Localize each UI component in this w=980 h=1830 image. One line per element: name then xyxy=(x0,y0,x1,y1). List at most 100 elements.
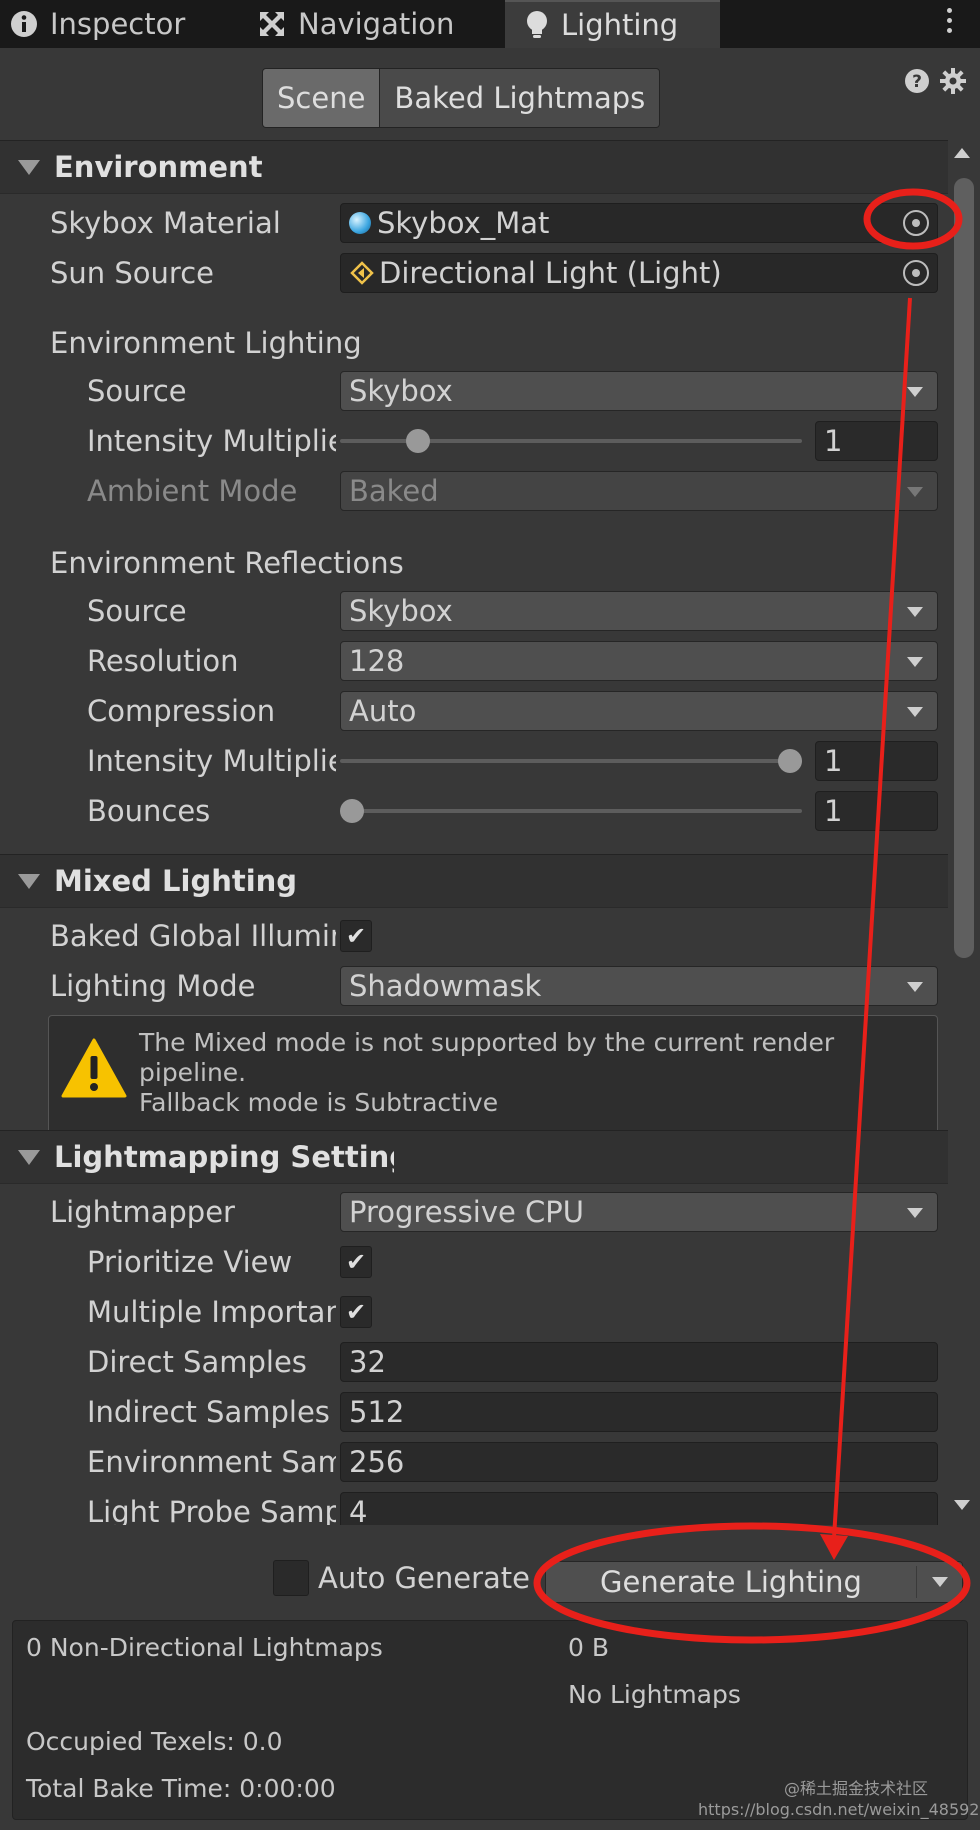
object-picker-icon[interactable] xyxy=(903,210,929,236)
sun-source-label: Sun Source xyxy=(50,256,214,290)
lighting-mode-value: Shadowmask xyxy=(349,969,542,1003)
direct-samples-label: Direct Samples xyxy=(87,1345,307,1379)
sun-source-row: Sun Source Directional Light (Light) xyxy=(0,250,948,296)
watermark-line-1: @稀土掘金技术社区 xyxy=(784,1779,929,1798)
reflection-bounces-slider-handle[interactable] xyxy=(340,799,364,823)
reflection-resolution-dropdown[interactable]: 128 xyxy=(340,641,938,681)
reflection-compression-value: Auto xyxy=(349,694,417,728)
more-options-icon[interactable] xyxy=(947,8,952,33)
indirect-samples-input[interactable]: 512 xyxy=(340,1392,938,1432)
mixed-lighting-section-title: Mixed Lighting xyxy=(54,864,298,898)
reflection-bounces-slider-track[interactable] xyxy=(340,809,802,813)
material-sphere-icon xyxy=(349,212,371,234)
ambient-mode-label: Ambient Mode xyxy=(87,474,298,508)
dropdown-arrow-icon xyxy=(907,387,923,397)
tab-lighting[interactable]: Lighting xyxy=(505,0,720,48)
reflection-intensity-slider-track[interactable] xyxy=(340,759,802,763)
header-icons: ? xyxy=(904,68,966,98)
mixed-lighting-section-header[interactable]: Mixed Lighting xyxy=(0,854,948,908)
sun-source-value: Directional Light (Light) xyxy=(379,256,722,290)
scroll-down-arrow-icon[interactable] xyxy=(954,1500,970,1510)
ambient-mode-dropdown: Baked xyxy=(340,471,938,511)
baked-gi-row: Baked Global Illumination ✔ xyxy=(0,913,948,959)
light-probe-samples-label: Light Probe Sample Multiplier xyxy=(87,1495,336,1525)
tab-inspector-label: Inspector xyxy=(50,7,186,41)
scroll-up-arrow-icon[interactable] xyxy=(954,148,970,158)
button-divider xyxy=(916,1566,917,1598)
lighting-settings-scroll-view[interactable]: Environment Skybox Material Skybox_Mat S… xyxy=(0,140,948,1525)
lightmapper-row: Lightmapper Progressive CPU xyxy=(0,1189,948,1235)
reflection-intensity-slider-handle[interactable] xyxy=(778,749,802,773)
dropdown-arrow-icon xyxy=(907,657,923,667)
lighting-mode-dropdown[interactable]: Shadowmask xyxy=(340,966,938,1006)
tab-inspector[interactable]: Inspector xyxy=(10,0,240,48)
env-lighting-intensity-input[interactable]: 1 xyxy=(815,421,938,461)
reflection-resolution-label: Resolution xyxy=(87,644,239,678)
reflection-source-dropdown[interactable]: Skybox xyxy=(340,591,938,631)
env-lighting-source-dropdown[interactable]: Skybox xyxy=(340,371,938,411)
baked-gi-checkbox[interactable]: ✔ xyxy=(340,920,372,952)
tab-navigation-label: Navigation xyxy=(298,7,455,41)
generate-lighting-dropdown-arrow-icon[interactable] xyxy=(932,1577,948,1587)
foldout-arrow-icon xyxy=(18,1149,40,1165)
auto-generate-checkbox[interactable] xyxy=(273,1560,309,1596)
reflection-source-value: Skybox xyxy=(349,594,453,628)
view-toggle: Scene Baked Lightmaps xyxy=(262,68,661,128)
warning-text-line-2: Fallback mode is Subtractive xyxy=(139,1088,499,1117)
multiple-importance-label: Multiple Importance Sampling xyxy=(87,1295,336,1329)
lightmapper-dropdown[interactable]: Progressive CPU xyxy=(340,1192,938,1232)
settings-icon[interactable] xyxy=(940,68,966,98)
object-picker-icon[interactable] xyxy=(903,260,929,286)
prioritize-view-row: Prioritize View ✔ xyxy=(0,1239,948,1285)
dropdown-arrow-icon xyxy=(907,487,923,497)
light-probe-samples-input[interactable]: 4 xyxy=(340,1492,938,1525)
reflection-source-label: Source xyxy=(87,594,187,628)
baked-gi-label: Baked Global Illumination xyxy=(50,919,336,953)
watermark-line-2: https://blog.csdn.net/weixin_48592526 xyxy=(698,1800,980,1819)
help-icon[interactable]: ? xyxy=(904,68,930,98)
reflection-intensity-input[interactable]: 1 xyxy=(815,741,938,781)
prioritize-view-checkbox[interactable]: ✔ xyxy=(340,1246,372,1278)
dropdown-arrow-icon xyxy=(907,607,923,617)
multiple-importance-checkbox[interactable]: ✔ xyxy=(340,1296,372,1328)
sun-source-field[interactable]: Directional Light (Light) xyxy=(340,253,938,293)
reflection-compression-row: Compression Auto xyxy=(0,688,948,734)
generate-lighting-button[interactable]: Generate Lighting xyxy=(545,1561,963,1603)
environment-samples-input[interactable]: 256 xyxy=(340,1442,938,1482)
skybox-material-row: Skybox Material Skybox_Mat xyxy=(0,200,948,246)
reflection-source-row: Source Skybox xyxy=(0,588,948,634)
tab-navigation[interactable]: Navigation xyxy=(258,0,488,48)
direct-samples-row: Direct Samples 32 xyxy=(0,1339,948,1385)
reflection-bounces-input[interactable]: 1 xyxy=(815,791,938,831)
foldout-arrow-icon xyxy=(18,873,40,889)
reflection-compression-label: Compression xyxy=(87,694,276,728)
ambient-mode-value: Baked xyxy=(349,474,439,508)
auto-generate-label: Auto Generate xyxy=(318,1561,530,1595)
indirect-samples-row: Indirect Samples 512 xyxy=(0,1389,948,1435)
multiple-importance-row: Multiple Importance Sampling ✔ xyxy=(0,1289,948,1335)
reflection-compression-dropdown[interactable]: Auto xyxy=(340,691,938,731)
navigation-icon xyxy=(258,10,286,38)
lightmapping-settings-section-header[interactable]: Lightmapping Settings xyxy=(0,1130,948,1184)
env-lighting-intensity-slider-handle[interactable] xyxy=(405,429,430,453)
no-lightmaps-text: No Lightmaps xyxy=(568,1680,741,1709)
warning-text-line-1: The Mixed mode is not supported by the c… xyxy=(139,1028,835,1087)
warning-icon xyxy=(61,1038,127,1102)
svg-text:?: ? xyxy=(912,72,922,92)
direct-samples-input[interactable]: 32 xyxy=(340,1342,938,1382)
env-lighting-intensity-label: Intensity Multiplier xyxy=(87,424,336,458)
env-lighting-intensity-row: Intensity Multiplier 1 xyxy=(0,418,948,464)
lighting-mode-row: Lighting Mode Shadowmask xyxy=(0,963,948,1009)
occupied-texels: Occupied Texels: 0.0 xyxy=(26,1727,283,1756)
scene-toggle-button[interactable]: Scene xyxy=(263,69,380,127)
scrollbar-thumb[interactable] xyxy=(954,178,974,958)
tab-lighting-label: Lighting xyxy=(561,8,679,42)
indirect-samples-label: Indirect Samples xyxy=(87,1395,330,1429)
skybox-material-field[interactable]: Skybox_Mat xyxy=(340,203,938,243)
info-icon xyxy=(10,10,38,38)
mixed-mode-warning-box: The Mixed mode is not supported by the c… xyxy=(48,1015,938,1139)
lightmaps-size: 0 B xyxy=(568,1633,610,1662)
environment-section-header[interactable]: Environment xyxy=(0,140,948,194)
baked-lightmaps-toggle-button[interactable]: Baked Lightmaps xyxy=(379,69,660,127)
total-bake-time: Total Bake Time: 0:00:00 xyxy=(26,1774,336,1803)
